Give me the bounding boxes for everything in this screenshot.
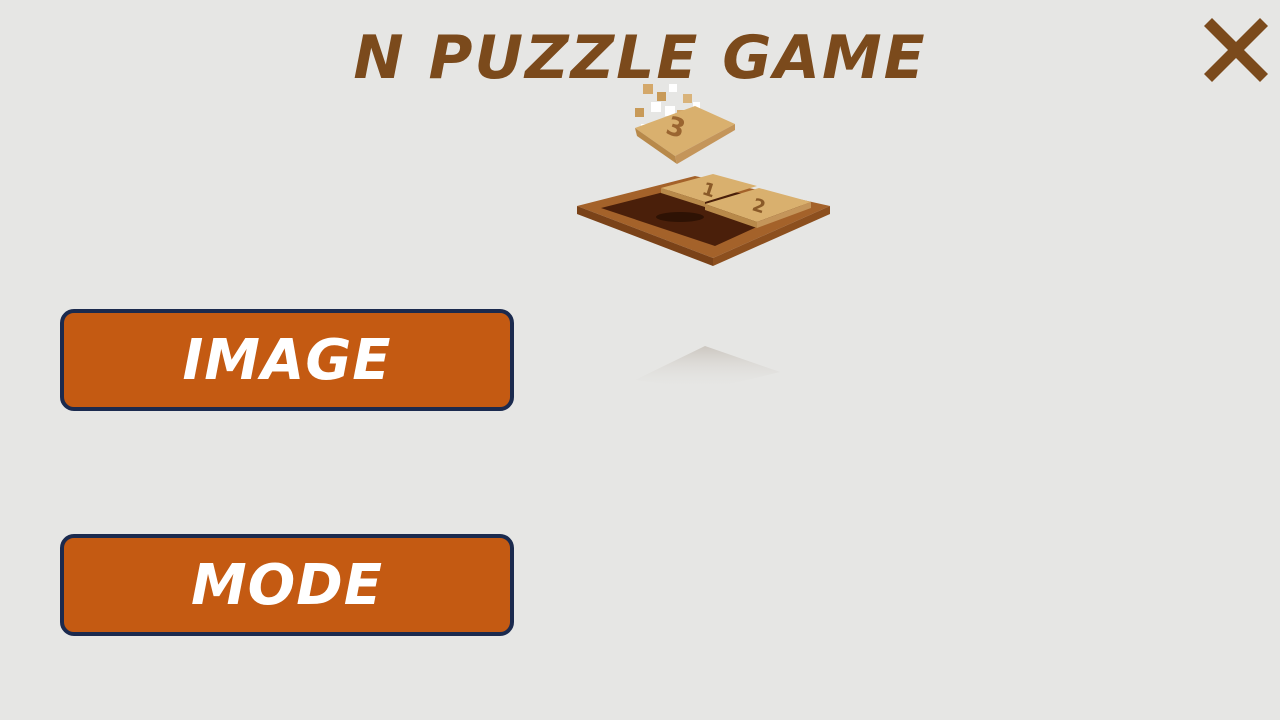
close-icon: [1204, 18, 1268, 82]
mode-button[interactable]: MODE: [60, 534, 514, 636]
image-button[interactable]: IMAGE: [60, 309, 514, 411]
mode-button-label: MODE: [190, 552, 384, 618]
puzzle-logo: 3 1 2: [565, 80, 845, 390]
logo-shadow: [635, 346, 780, 390]
close-button[interactable]: [1198, 12, 1274, 88]
image-button-label: IMAGE: [182, 327, 392, 393]
tile-3: 3: [635, 106, 735, 164]
